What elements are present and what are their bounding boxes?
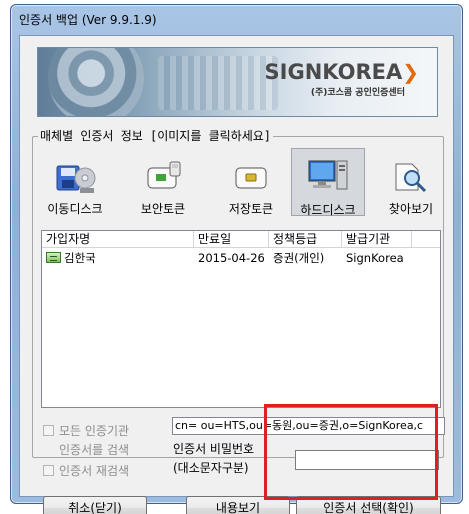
research-checkbox[interactable]	[43, 465, 54, 476]
media-hard-disk[interactable]: 하드디스크	[291, 148, 365, 217]
browse-icon	[395, 163, 427, 193]
annotation-highlight-box	[264, 404, 438, 500]
certificate-list[interactable]: 가입자명 만료일 정책등급 발급기관 김한국 2015-04-26 증권(개인)…	[41, 230, 441, 408]
column-header-policy[interactable]: 정책등급	[269, 231, 342, 248]
list-header: 가입자명 만료일 정책등급 발급기관	[42, 231, 440, 248]
media-storage-token[interactable]: 저장토큰	[218, 154, 284, 220]
search-options: 모든 인증기관 인증서를 검색 인증서 재검색	[39, 416, 167, 486]
media-label: 보안토큰	[140, 202, 186, 216]
window-title: 인증서 백업 (Ver 9.9.1.9)	[19, 13, 157, 27]
banner-pattern-graphic	[158, 56, 278, 110]
media-removable-disk[interactable]: 이동디스크	[42, 154, 108, 220]
research-label: 인증서 재검색	[59, 464, 130, 478]
password-label-line2: (대소문자구분)	[173, 461, 249, 475]
password-label-line1: 인증서 비밀번호	[173, 442, 255, 456]
media-selector: 이동디스크 보안토큰 저장토큰 하드디스크 찾아보기	[42, 148, 434, 224]
media-browse[interactable]: 찾아보기	[378, 154, 444, 220]
brand-logo: SIGNKOREA❯ (주)코스콤 공인인증센터	[265, 60, 419, 98]
media-label: 찾아보기	[388, 202, 434, 216]
cell-policy: 증권(개인)	[273, 251, 325, 265]
cell-issuer: SignKorea	[346, 251, 404, 265]
media-label: 저장토큰	[228, 202, 274, 216]
brand-arrow-icon: ❯	[402, 60, 419, 84]
media-group-legend: 매체별 인증서 정보 [이미지를 클릭하세요]	[38, 127, 274, 144]
media-label: 이동디스크	[47, 202, 103, 216]
column-header-issuer[interactable]: 발급기관	[342, 231, 412, 248]
column-header-name[interactable]: 가입자명	[42, 231, 194, 248]
brand-subtitle: (주)코스콤 공인인증센터	[310, 88, 405, 98]
storage-token-icon	[235, 167, 267, 189]
hard-disk-icon	[308, 160, 348, 190]
certificate-icon	[46, 252, 61, 263]
all-issuers-checkbox[interactable]	[43, 425, 54, 436]
table-row[interactable]: 김한국 2015-04-26 증권(개인) SignKorea	[42, 249, 440, 267]
security-token-icon	[147, 161, 181, 189]
banner-dial-graphic	[48, 48, 144, 116]
cell-expiry: 2015-04-26	[198, 251, 265, 265]
brand-banner: SIGNKOREA❯ (주)코스콤 공인인증센터	[37, 47, 438, 117]
cell-name: 김한국	[42, 249, 194, 267]
column-header-expiry[interactable]: 만료일	[194, 231, 269, 248]
cert-name: 김한국	[64, 251, 96, 265]
cancel-button[interactable]: 취소(닫기)	[43, 496, 147, 514]
all-issuers-label: 모든 인증기관	[59, 424, 130, 438]
removable-disk-icon	[56, 165, 96, 193]
all-issuers-label-2: 인증서를 검색	[59, 443, 130, 457]
password-label: 인증서 비밀번호 (대소문자구분)	[173, 440, 254, 478]
media-security-token[interactable]: 보안토큰	[130, 154, 196, 220]
brand-name: SIGNKOREA	[264, 60, 403, 84]
media-label: 하드디스크	[300, 203, 356, 217]
